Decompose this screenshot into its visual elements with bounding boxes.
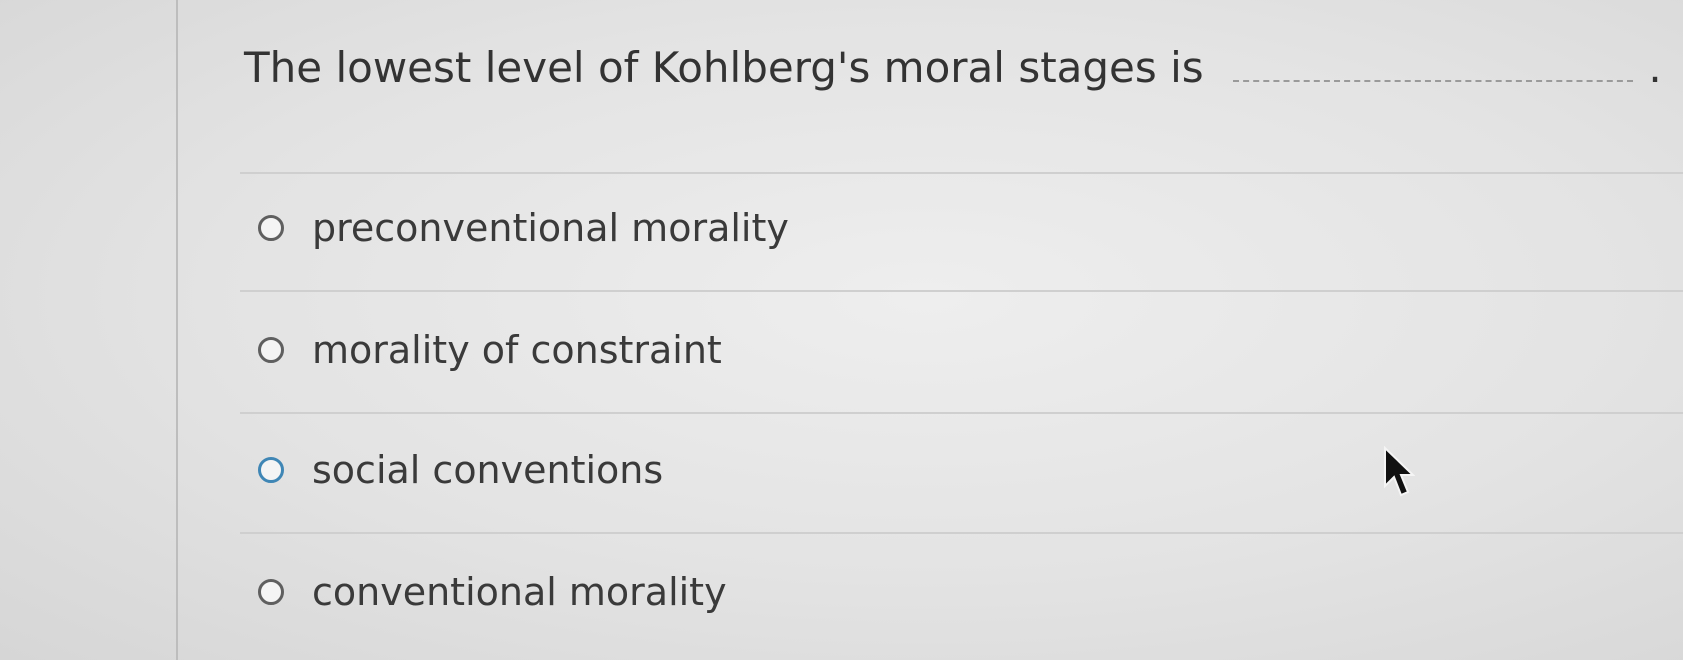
- question-prompt: The lowest level of Kohlberg's moral sta…: [244, 43, 1204, 92]
- option-social-conventions[interactable]: social conventions: [258, 442, 663, 498]
- divider-line: [240, 412, 1683, 414]
- radio-button[interactable]: [258, 337, 284, 363]
- radio-button[interactable]: [258, 457, 284, 483]
- question-period: .: [1648, 43, 1662, 92]
- question-text: The lowest level of Kohlberg's moral sta…: [244, 40, 1662, 92]
- divider-line: [240, 172, 1683, 174]
- divider-line: [240, 290, 1683, 292]
- radio-button[interactable]: [258, 579, 284, 605]
- option-label: preconventional morality: [312, 206, 789, 250]
- option-preconventional-morality[interactable]: preconventional morality: [258, 200, 789, 256]
- answer-blank: [1233, 40, 1634, 82]
- divider-line: [240, 532, 1683, 534]
- radio-button[interactable]: [258, 215, 284, 241]
- option-conventional-morality[interactable]: conventional morality: [258, 564, 727, 620]
- mouse-pointer-icon: [1384, 446, 1415, 497]
- left-divider: [176, 0, 178, 660]
- option-label: conventional morality: [312, 570, 727, 614]
- option-label: social conventions: [312, 448, 664, 492]
- option-morality-of-constraint[interactable]: morality of constraint: [258, 322, 722, 378]
- option-label: morality of constraint: [312, 328, 722, 372]
